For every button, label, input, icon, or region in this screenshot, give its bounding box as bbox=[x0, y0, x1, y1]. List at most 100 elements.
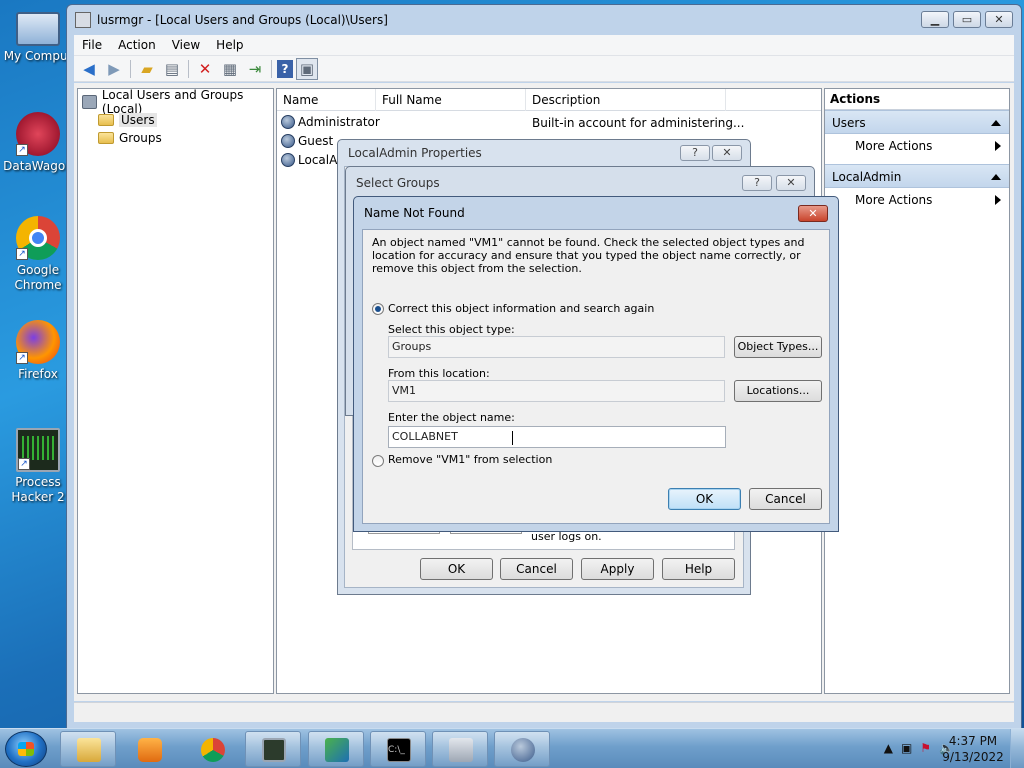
actions-header: Actions bbox=[825, 89, 1009, 110]
action-label: More Actions bbox=[855, 139, 933, 153]
desktop-icon-datawagon[interactable]: ↗ DataWagon bbox=[0, 112, 76, 174]
taskbar-explorer[interactable] bbox=[60, 731, 116, 767]
explorer-icon bbox=[77, 738, 101, 762]
show-hidden-icons-icon[interactable]: ▲ bbox=[884, 741, 893, 755]
menu-view[interactable]: View bbox=[164, 38, 208, 52]
radio-remove-label[interactable]: Remove "VM1" from selection bbox=[388, 453, 552, 466]
nnf-ok-button[interactable]: OK bbox=[668, 488, 741, 510]
desktop-icon-label: Google Chrome bbox=[14, 263, 62, 292]
actions-section-users[interactable]: Users bbox=[825, 110, 1009, 134]
radio-correct-object[interactable] bbox=[372, 303, 384, 315]
row-name: Administrator bbox=[298, 115, 380, 129]
dialog-close-button[interactable]: ✕ bbox=[798, 205, 828, 222]
locations-button[interactable]: Locations... bbox=[734, 380, 822, 402]
column-full-name[interactable]: Full Name bbox=[376, 89, 526, 111]
properties-icon[interactable]: ▦ bbox=[219, 58, 241, 80]
props-help-button[interactable]: Help bbox=[662, 558, 735, 580]
network-status-icon[interactable]: ▣ bbox=[901, 741, 912, 755]
menu-file[interactable]: File bbox=[74, 38, 110, 52]
list-row-guest[interactable]: Guest bbox=[281, 132, 333, 150]
column-name[interactable]: Name bbox=[277, 89, 376, 111]
tree-item-label: Users bbox=[119, 112, 157, 127]
dialog-help-button[interactable]: ? bbox=[680, 145, 710, 161]
window-titlebar[interactable]: lusrmgr - [Local Users and Groups (Local… bbox=[67, 5, 1021, 35]
process-hacker-icon: ↗ bbox=[16, 428, 60, 472]
radio-remove-object[interactable] bbox=[372, 455, 384, 467]
list-row-administrator[interactable]: Administrator bbox=[281, 113, 380, 131]
location-field: VM1 bbox=[388, 380, 725, 402]
up-folder-icon[interactable]: ▰ bbox=[136, 58, 158, 80]
folder-icon bbox=[98, 131, 114, 144]
desktop-icon-chrome[interactable]: ↗ Google Chrome bbox=[0, 216, 76, 293]
tree-item-users[interactable]: Users bbox=[98, 111, 157, 128]
dialog-close-button[interactable]: ✕ bbox=[776, 175, 806, 191]
menu-help[interactable]: Help bbox=[208, 38, 251, 52]
object-types-button[interactable]: Object Types... bbox=[734, 336, 822, 358]
location-label: From this location: bbox=[388, 367, 490, 380]
taskbar-chrome[interactable] bbox=[184, 731, 240, 767]
dialog-titlebar[interactable]: Name Not Found bbox=[354, 197, 838, 229]
minimize-button[interactable]: ▁ bbox=[921, 11, 949, 28]
close-button[interactable]: ✕ bbox=[985, 11, 1013, 28]
nnf-cancel-button[interactable]: Cancel bbox=[749, 488, 822, 510]
action-more-actions-users[interactable]: More Actions bbox=[825, 134, 1009, 158]
maximize-button[interactable]: ▭ bbox=[953, 11, 981, 28]
server-manager-icon bbox=[449, 738, 473, 762]
menu-action[interactable]: Action bbox=[110, 38, 164, 52]
help-icon[interactable]: ? bbox=[277, 59, 293, 78]
list-header: Name Full Name Description bbox=[277, 89, 821, 111]
taskbar-server-manager[interactable] bbox=[432, 731, 488, 767]
props-apply-button[interactable]: Apply bbox=[581, 558, 654, 580]
object-name-input[interactable]: COLLABNET bbox=[388, 426, 726, 448]
dialog-close-button[interactable]: ✕ bbox=[712, 145, 742, 161]
desktop-icon-label: Firefox bbox=[18, 367, 58, 381]
collapse-caret-icon bbox=[991, 120, 1001, 126]
action-center-icon[interactable]: ⚑ bbox=[920, 741, 931, 755]
error-message: An object named "VM1" cannot be found. C… bbox=[372, 236, 805, 275]
taskbar: C:\_ ▲ ▣ ⚑ 🔈 4:37 PM 9/13/2022 bbox=[0, 728, 1024, 768]
props-cancel-button[interactable]: Cancel bbox=[500, 558, 573, 580]
system-clock[interactable]: 4:37 PM 9/13/2022 bbox=[942, 733, 1004, 765]
action-label: More Actions bbox=[855, 193, 933, 207]
back-icon[interactable]: ◀ bbox=[78, 58, 100, 80]
actions-pane: Actions Users More Actions LocalAdmin Mo… bbox=[824, 88, 1010, 694]
taskbar-task-manager[interactable] bbox=[245, 731, 301, 767]
dialog-title: Name Not Found bbox=[364, 206, 465, 220]
forward-icon[interactable]: ▶ bbox=[103, 58, 125, 80]
action-more-actions-localadmin[interactable]: More Actions bbox=[825, 188, 1009, 212]
desktop-icon-process-hacker[interactable]: ↗ Process Hacker 2 bbox=[0, 428, 76, 505]
show-hide-tree-icon[interactable]: ▤ bbox=[161, 58, 183, 80]
user-icon bbox=[281, 134, 295, 148]
taskbar-users[interactable] bbox=[494, 731, 550, 767]
tree-item-label: Groups bbox=[119, 130, 162, 145]
show-action-pane-icon[interactable]: ▣ bbox=[296, 57, 318, 80]
column-description[interactable]: Description bbox=[526, 89, 726, 111]
actions-section-localadmin[interactable]: LocalAdmin bbox=[825, 164, 1009, 188]
show-desktop-button[interactable] bbox=[1010, 729, 1024, 768]
shortcut-arrow-icon: ↗ bbox=[16, 248, 28, 260]
dialog-title: Select Groups bbox=[356, 176, 440, 190]
dialog-body: An object named "VM1" cannot be found. C… bbox=[362, 229, 830, 524]
start-button[interactable] bbox=[5, 731, 47, 767]
dialog-help-button[interactable]: ? bbox=[742, 175, 772, 191]
desktop-icon-my-computer[interactable]: My Comput bbox=[0, 8, 76, 64]
tree-item-groups[interactable]: Groups bbox=[98, 129, 162, 146]
network-icon bbox=[325, 738, 349, 762]
radio-correct-label[interactable]: Correct this object information and sear… bbox=[388, 302, 654, 315]
props-ok-button[interactable]: OK bbox=[420, 558, 493, 580]
desktop-icon-label: My Comput bbox=[3, 49, 73, 63]
name-not-found-dialog: Name Not Found ✕ An object named "VM1" c… bbox=[353, 196, 839, 532]
taskbar-network[interactable] bbox=[308, 731, 364, 767]
window-title: lusrmgr - [Local Users and Groups (Local… bbox=[97, 13, 388, 27]
export-list-icon[interactable]: ⇥ bbox=[244, 58, 266, 80]
submenu-arrow-icon bbox=[995, 195, 1001, 205]
section-title: Users bbox=[832, 116, 866, 130]
object-type-field: Groups bbox=[388, 336, 725, 358]
delete-icon[interactable]: ✕ bbox=[194, 58, 216, 80]
section-title: LocalAdmin bbox=[832, 170, 902, 184]
tree-root[interactable]: Local Users and Groups (Local) bbox=[82, 88, 273, 116]
taskbar-media-player[interactable] bbox=[121, 731, 177, 767]
list-row-localadmin[interactable]: LocalAd bbox=[281, 151, 345, 169]
taskbar-cmd[interactable]: C:\_ bbox=[370, 731, 426, 767]
desktop-icon-firefox[interactable]: ↗ Firefox bbox=[0, 320, 76, 382]
